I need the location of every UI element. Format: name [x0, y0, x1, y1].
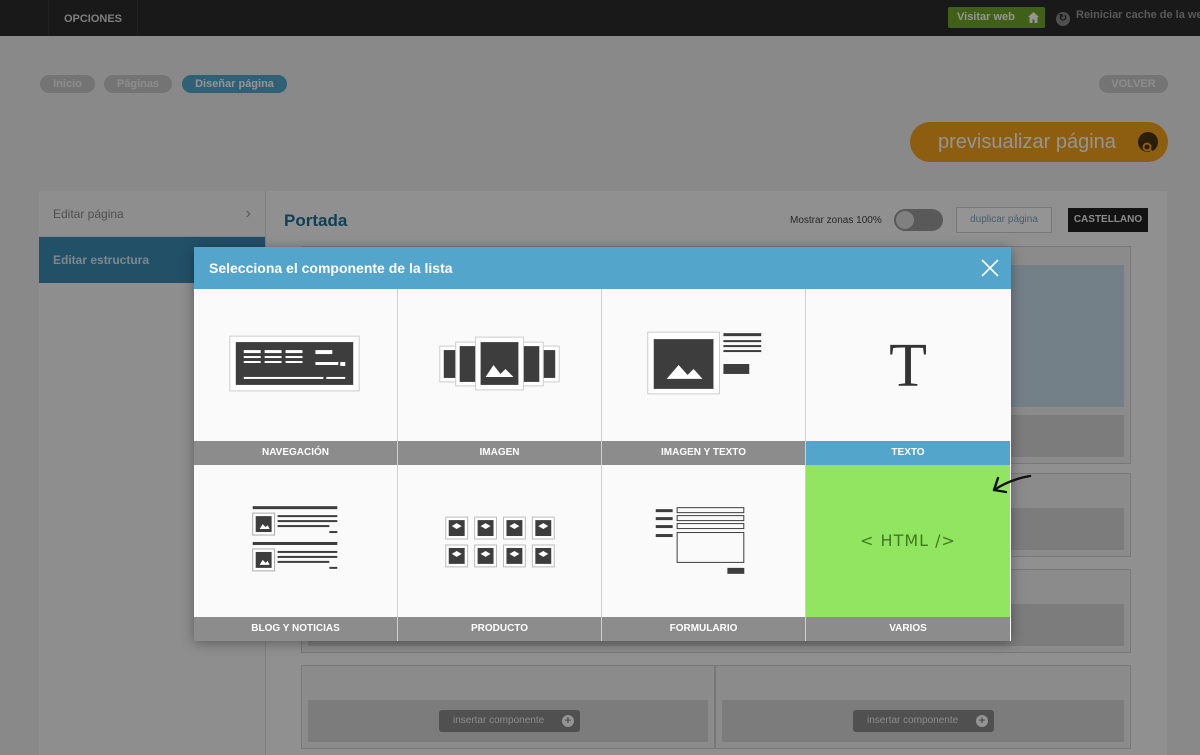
text-glyph: T	[889, 332, 927, 400]
blog-icon	[252, 506, 338, 572]
navigation-icon	[229, 335, 360, 392]
arrow-annotation-icon	[992, 474, 1032, 494]
form-icon	[655, 507, 745, 574]
html-code-icon: < HTML />	[860, 531, 956, 550]
component-label: FORMULARIO	[602, 617, 805, 641]
text-icon: T	[806, 289, 1010, 441]
product-grid-icon	[445, 516, 555, 568]
component-label: VARIOS	[806, 617, 1010, 641]
component-navegacion[interactable]: NAVEGACIÓN	[194, 289, 398, 465]
image-gallery-icon	[439, 336, 560, 391]
component-texto[interactable]: T TEXTO	[806, 289, 1010, 465]
component-label: IMAGEN Y TEXTO	[602, 441, 805, 465]
component-blog-y-noticias[interactable]: BLOG Y NOTICIAS	[194, 465, 398, 641]
component-producto[interactable]: PRODUCTO	[398, 465, 602, 641]
component-selector-modal: Selecciona el componente de la lista NAV…	[194, 247, 1011, 641]
image-text-icon	[647, 331, 762, 395]
component-label: PRODUCTO	[398, 617, 601, 641]
component-varios[interactable]: < HTML /> VARIOS	[806, 465, 1010, 641]
component-imagen[interactable]: IMAGEN	[398, 289, 602, 465]
component-label: TEXTO	[806, 441, 1010, 465]
component-imagen-y-texto[interactable]: IMAGEN Y TEXTO	[602, 289, 806, 465]
modal-title: Selecciona el componente de la lista	[209, 260, 453, 276]
component-grid: NAVEGACIÓN IMAGEN IMAGEN Y TEXTO T TEXTO…	[194, 289, 1011, 641]
component-formulario[interactable]: FORMULARIO	[602, 465, 806, 641]
component-label: IMAGEN	[398, 441, 601, 465]
modal-header: Selecciona el componente de la lista	[194, 247, 1011, 289]
component-label: NAVEGACIÓN	[194, 441, 397, 465]
component-label: BLOG Y NOTICIAS	[194, 617, 397, 641]
close-icon[interactable]	[981, 259, 999, 277]
